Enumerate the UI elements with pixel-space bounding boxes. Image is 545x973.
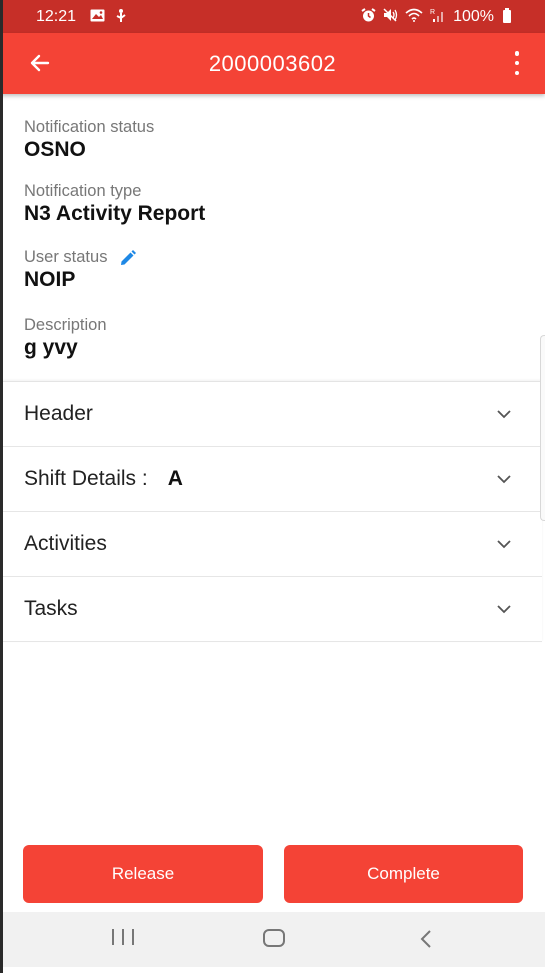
status-time: 12:21 [36, 7, 77, 25]
scrollbar[interactable] [540, 335, 545, 521]
nav-back-icon[interactable] [419, 929, 433, 949]
arrow-back-icon[interactable] [26, 49, 54, 77]
section-header[interactable]: Header [3, 382, 542, 447]
system-nav-bar [0, 912, 545, 967]
field-user-status: User status NOIP [0, 248, 137, 292]
device-frame-edge [0, 0, 3, 973]
field-notification-status: Notification status OSNO [0, 118, 154, 162]
field-label: User status [24, 248, 108, 266]
status-right: R 100% [361, 8, 511, 26]
chevron-down-icon [497, 540, 511, 549]
release-button[interactable]: Release [23, 845, 263, 903]
image-icon [90, 9, 105, 25]
wifi-icon [405, 8, 423, 25]
field-description: Description g yvy [0, 316, 107, 360]
field-label: Notification type [24, 182, 142, 200]
more-vert-icon[interactable] [513, 51, 521, 75]
battery-icon [503, 8, 511, 23]
field-value: OSNO [24, 138, 86, 161]
chevron-down-icon [497, 410, 511, 419]
section-label: Activities [24, 532, 107, 555]
chevron-down-icon [497, 475, 511, 484]
field-value: N3 Activity Report [24, 202, 206, 225]
field-label-row: User status [24, 248, 137, 267]
chevron-down-icon [497, 605, 511, 614]
page-title: 2000003602 [208, 50, 337, 76]
field-label: Description [24, 316, 107, 334]
section-label: Header [24, 402, 93, 425]
field-value: NOIP [24, 268, 76, 291]
screen-bottom-edge [0, 967, 545, 973]
mute-icon [383, 8, 398, 25]
battery-percent: 100% [453, 7, 494, 25]
field-label: Notification status [24, 118, 155, 136]
usb-debug-icon [115, 8, 127, 26]
recent-apps-icon[interactable] [112, 929, 134, 947]
section-activities[interactable]: Activities [3, 512, 542, 577]
status-bar: 12:21 R 100% [0, 0, 545, 33]
edit-pencil-icon[interactable] [119, 249, 137, 267]
home-icon[interactable] [263, 929, 285, 947]
complete-button[interactable]: Complete [284, 845, 523, 903]
alarm-icon [361, 8, 376, 25]
field-notification-type: Notification type N3 Activity Report [0, 182, 205, 226]
field-value: g yvy [24, 336, 78, 359]
expandable-sections: Header Shift Details : A Activities Task… [3, 381, 542, 642]
app-bar: 2000003602 [0, 33, 545, 94]
section-label: Shift Details : [24, 467, 148, 490]
svg-text:R: R [430, 9, 435, 16]
section-value: A [167, 467, 183, 490]
section-shift-details[interactable]: Shift Details : A [3, 447, 542, 512]
signal-roaming-icon: R [430, 8, 446, 26]
section-tasks[interactable]: Tasks [3, 577, 542, 642]
section-label: Tasks [24, 597, 78, 620]
